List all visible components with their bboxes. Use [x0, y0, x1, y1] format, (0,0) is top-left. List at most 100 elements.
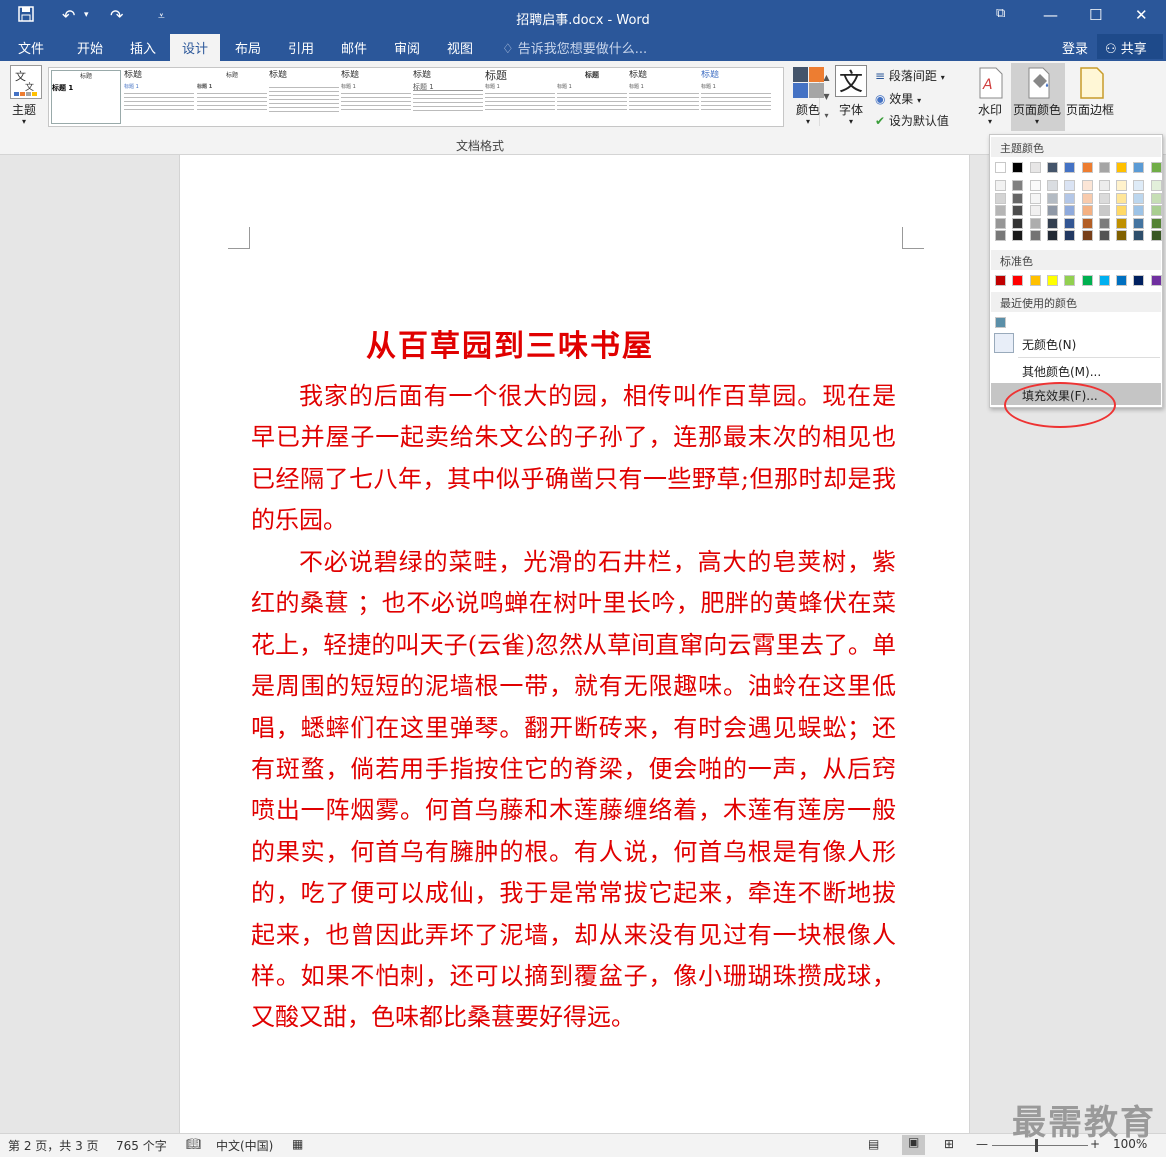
theme-shade-swatch[interactable] — [1116, 180, 1128, 191]
theme-shade-swatch[interactable] — [1029, 192, 1041, 204]
theme-shade-swatch[interactable] — [1098, 217, 1110, 229]
theme-shade-swatch[interactable] — [995, 230, 1006, 241]
theme-shade-swatch[interactable] — [995, 192, 1006, 204]
macro-icon[interactable]: ▦ — [292, 1137, 303, 1151]
zoom-slider[interactable] — [992, 1145, 1088, 1146]
theme-color-swatch[interactable] — [1116, 162, 1128, 173]
style-set-thumb[interactable]: 标题 标题 1 — [701, 70, 771, 124]
style-set-thumb[interactable]: 标题 标题 1 — [557, 70, 627, 124]
style-set-thumb[interactable]: 标题 标题 1 — [197, 70, 267, 124]
watermark-icon[interactable]: A — [978, 67, 1004, 99]
style-set-thumb[interactable]: 标题 标题 1 — [124, 70, 194, 124]
style-set-thumb[interactable]: 标题 标题 1 — [413, 70, 483, 124]
theme-shade-swatch[interactable] — [1133, 180, 1145, 191]
tab-layout[interactable]: 布局 — [235, 38, 261, 57]
standard-color-swatch[interactable] — [1133, 275, 1145, 286]
theme-shade-swatch[interactable] — [995, 217, 1006, 229]
print-layout-icon[interactable]: ▣ — [902, 1135, 926, 1155]
theme-shade-swatch[interactable] — [1116, 192, 1128, 204]
theme-color-swatch[interactable] — [1029, 162, 1041, 173]
theme-shade-swatch[interactable] — [1046, 192, 1058, 204]
tab-design[interactable]: 设计 — [170, 34, 221, 61]
zoom-out-button[interactable]: — — [976, 1137, 988, 1151]
no-color-swatch[interactable] — [994, 333, 1014, 353]
theme-shade-swatch[interactable] — [1012, 230, 1024, 241]
style-set-thumb[interactable]: 标题 标题 1 — [341, 70, 411, 124]
standard-color-swatch[interactable] — [1098, 275, 1110, 286]
more-colors-item[interactable]: 其他颜色(M)... — [1022, 363, 1101, 380]
theme-shade-swatch[interactable] — [1098, 180, 1110, 191]
tab-mailings[interactable]: 邮件 — [341, 38, 367, 57]
fonts-icon[interactable]: 文 — [835, 65, 867, 97]
tab-home[interactable]: 开始 — [77, 38, 103, 57]
theme-shade-swatch[interactable] — [1098, 192, 1110, 204]
theme-shade-swatch[interactable] — [1150, 230, 1162, 241]
standard-color-swatch[interactable] — [1012, 275, 1024, 286]
theme-shade-swatch[interactable] — [1029, 180, 1041, 191]
theme-shade-swatch[interactable] — [1029, 230, 1041, 241]
theme-color-swatch[interactable] — [1012, 162, 1024, 173]
style-set-thumb[interactable]: 标题 标题 1 — [629, 70, 699, 124]
theme-shade-swatch[interactable] — [1133, 217, 1145, 229]
theme-shade-swatch[interactable] — [1012, 205, 1024, 216]
theme-shade-swatch[interactable] — [1064, 217, 1076, 229]
standard-color-swatch[interactable] — [1081, 275, 1093, 286]
tab-file[interactable]: 文件 — [18, 38, 44, 57]
ribbon-display-icon[interactable]: ⧉ — [996, 6, 1005, 21]
theme-shade-swatch[interactable] — [1116, 205, 1128, 216]
theme-shade-swatch[interactable] — [1150, 180, 1162, 191]
theme-color-swatch[interactable] — [1081, 162, 1093, 173]
theme-shade-swatch[interactable] — [1046, 217, 1058, 229]
standard-color-swatch[interactable] — [1150, 275, 1162, 286]
set-default-button[interactable]: ✔ 设为默认值 — [875, 112, 949, 129]
themes-icon[interactable]: 文文 — [10, 65, 42, 99]
paragraph-spacing-button[interactable]: ≡ 段落间距 ▾ — [875, 67, 945, 84]
web-layout-icon[interactable]: ⊞ — [944, 1137, 954, 1151]
theme-color-swatch[interactable] — [995, 162, 1006, 173]
document-page[interactable]: 从百草园到三味书屋 我家的后面有一个很大的园，相传叫作百草园。现在是早已并屋子一… — [179, 155, 970, 1133]
theme-shade-swatch[interactable] — [1029, 205, 1041, 216]
recent-color-swatch[interactable] — [995, 317, 1006, 328]
theme-shade-swatch[interactable] — [1116, 217, 1128, 229]
theme-shade-swatch[interactable] — [1064, 205, 1076, 216]
theme-shade-swatch[interactable] — [1064, 180, 1076, 191]
style-set-thumb[interactable]: 标题 标题 1 — [485, 70, 555, 124]
word-count[interactable]: 765 个字 — [116, 1137, 167, 1154]
theme-shade-swatch[interactable] — [1029, 217, 1041, 229]
theme-shade-swatch[interactable] — [1064, 230, 1076, 241]
gallery-more-icon[interactable]: ▾ — [820, 106, 833, 125]
standard-color-swatch[interactable] — [1029, 275, 1041, 286]
read-mode-icon[interactable]: ▤ — [868, 1137, 879, 1151]
standard-color-swatch[interactable] — [1046, 275, 1058, 286]
theme-color-swatch[interactable] — [1064, 162, 1076, 173]
theme-shade-swatch[interactable] — [1046, 180, 1058, 191]
language-status[interactable]: 中文(中国) — [216, 1137, 273, 1154]
theme-shade-swatch[interactable] — [1081, 192, 1093, 204]
theme-shade-swatch[interactable] — [1150, 205, 1162, 216]
no-color-item[interactable]: 无颜色(N) — [1022, 336, 1076, 353]
theme-color-swatch[interactable] — [1150, 162, 1162, 173]
tab-references[interactable]: 引用 — [288, 38, 314, 57]
theme-shade-swatch[interactable] — [1012, 192, 1024, 204]
theme-shade-swatch[interactable] — [1150, 192, 1162, 204]
tab-insert[interactable]: 插入 — [130, 38, 156, 57]
standard-color-swatch[interactable] — [1064, 275, 1076, 286]
theme-shade-swatch[interactable] — [1064, 192, 1076, 204]
theme-shade-swatch[interactable] — [995, 180, 1006, 191]
theme-shade-swatch[interactable] — [1081, 205, 1093, 216]
close-button[interactable]: ✕ — [1135, 6, 1148, 24]
tab-view[interactable]: 视图 — [447, 38, 473, 57]
share-button[interactable]: ⚇ 共享 — [1097, 34, 1163, 59]
theme-shade-swatch[interactable] — [1081, 180, 1093, 191]
sign-in-link[interactable]: 登录 — [1062, 38, 1088, 57]
proofing-icon[interactable]: 📖︎ — [186, 1137, 201, 1151]
theme-shade-swatch[interactable] — [1012, 180, 1024, 191]
page-count[interactable]: 第 2 页，共 3 页 — [8, 1137, 99, 1154]
theme-shade-swatch[interactable] — [1046, 205, 1058, 216]
theme-shade-swatch[interactable] — [1133, 205, 1145, 216]
theme-shade-swatch[interactable] — [1098, 230, 1110, 241]
theme-shade-swatch[interactable] — [1116, 230, 1128, 241]
standard-color-swatch[interactable] — [1116, 275, 1128, 286]
effects-button[interactable]: ◉ 效果 ▾ — [875, 90, 921, 107]
theme-color-swatch[interactable] — [1133, 162, 1145, 173]
